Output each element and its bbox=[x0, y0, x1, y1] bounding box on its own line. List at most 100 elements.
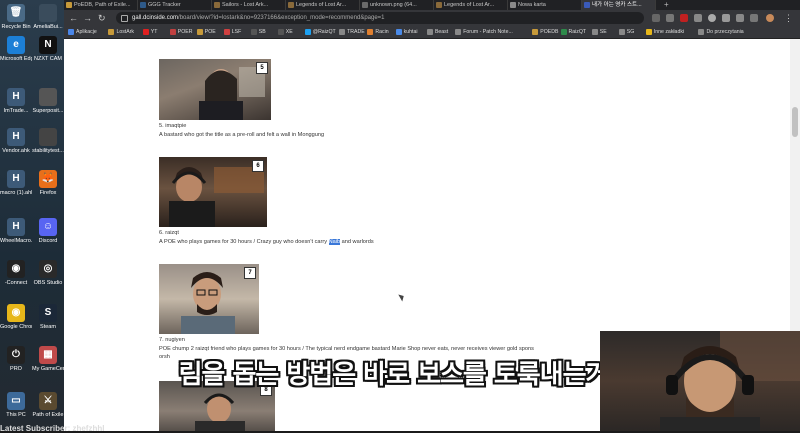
desktop-shortcut[interactable]: AmeliaBui... bbox=[32, 4, 64, 30]
browser-tab[interactable]: GGG Tracker bbox=[138, 0, 212, 10]
app-icon: 🦊 bbox=[39, 170, 57, 188]
favicon-icon bbox=[140, 2, 146, 8]
rank-badge: 5 bbox=[256, 62, 268, 74]
bookmark-icon bbox=[560, 29, 567, 35]
bookmark-label: Do przeczytania bbox=[706, 29, 744, 35]
app-icon: ▦ bbox=[39, 346, 57, 364]
desktop-shortcut[interactable]: N NZXT CAM bbox=[32, 36, 64, 62]
bookmark-item[interactable]: POEDB bbox=[532, 26, 558, 38]
bookmark-label: RaizQT bbox=[568, 29, 587, 35]
tab-label: Legends of Lost Ar... bbox=[296, 2, 347, 8]
bookmark-item[interactable]: Racin bbox=[367, 26, 389, 38]
bookmark-icon bbox=[196, 29, 203, 35]
reload-icon[interactable]: ↻ bbox=[98, 12, 106, 24]
desktop-shortcut[interactable]: H WheelMacro... bbox=[0, 218, 32, 244]
desktop-shortcut[interactable]: stabilitytest... bbox=[32, 128, 64, 154]
back-icon[interactable]: ← bbox=[69, 12, 78, 24]
shortcut-label: WheelMacro... bbox=[0, 238, 32, 244]
desktop-shortcut[interactable]: ▦ My GameCenter bbox=[32, 346, 64, 372]
app-icon: ⏻ bbox=[7, 346, 25, 364]
desktop-shortcut[interactable]: H Vendor.ahk bbox=[0, 128, 32, 154]
desktop-shortcut[interactable]: S Steam bbox=[32, 304, 64, 330]
menu-icon[interactable]: ⋮ bbox=[784, 12, 793, 24]
bookmark-label: POER bbox=[177, 29, 193, 35]
shortcut-label: Microsoft Edge bbox=[0, 56, 32, 62]
browser-tab[interactable]: Sailors - Lost Ark... bbox=[212, 0, 286, 10]
favicon-icon bbox=[584, 2, 590, 8]
shortcut-label: My GameCenter bbox=[32, 366, 64, 372]
streamer-name: 6. raizqt bbox=[159, 230, 179, 236]
bookmark-label: @RaizQT bbox=[312, 29, 336, 35]
address-toolbar: ← → ↻ gall.dcinside.com/board/view/?id=l… bbox=[64, 10, 800, 26]
shortcut-label: NZXT CAM bbox=[33, 56, 62, 62]
app-icon: ◉ bbox=[7, 260, 25, 278]
bookmark-icon bbox=[250, 29, 257, 35]
streamer-description: A POE who plays games for 30 hours / Cra… bbox=[159, 239, 374, 245]
extension-icon[interactable] bbox=[694, 14, 702, 22]
forward-icon[interactable]: → bbox=[83, 12, 92, 24]
desktop-shortcut[interactable]: ◉ Google Chrome bbox=[0, 304, 32, 330]
desktop-shortcut[interactable]: Superposit... bbox=[32, 88, 64, 114]
streamer-name: 5. imaqtpie bbox=[159, 123, 187, 129]
desktop-shortcut[interactable]: e Microsoft Edge bbox=[0, 36, 32, 62]
desktop-shortcut[interactable]: 🗑 Recycle Bin bbox=[0, 4, 32, 30]
bookmark-label: LostArk bbox=[116, 29, 135, 35]
bookmark-item[interactable]: POER bbox=[169, 26, 193, 38]
bookmark-item[interactable]: Do przeczytania bbox=[698, 26, 744, 38]
desktop-shortcut[interactable]: ⚔ Path of Exile bbox=[32, 392, 64, 418]
bookmark-label: XE bbox=[285, 29, 293, 35]
address-bar[interactable]: gall.dcinside.com/board/view/?id=lostark… bbox=[116, 12, 644, 24]
browser-tab[interactable]: PoEDB, Path of Exile... bbox=[64, 0, 138, 10]
bookmark-label: Inne zakładki bbox=[653, 29, 685, 35]
extension-icon[interactable] bbox=[722, 14, 730, 22]
bookmark-icon bbox=[395, 29, 402, 35]
desktop-shortcut[interactable]: ◎ OBS Studio bbox=[32, 260, 64, 286]
bookmark-item[interactable]: SB bbox=[250, 26, 266, 38]
new-tab-button[interactable]: + bbox=[664, 0, 669, 10]
extension-icon[interactable] bbox=[708, 14, 716, 22]
bookmark-item[interactable]: RaizQT bbox=[560, 26, 587, 38]
browser-tab[interactable]: Legends of Lost Ar... bbox=[434, 0, 508, 10]
bookmark-icon bbox=[339, 29, 346, 35]
bookmark-item[interactable]: SG bbox=[618, 26, 634, 38]
tab-strip: + PoEDB, Path of Exile... GGG Tracker Sail… bbox=[64, 0, 800, 10]
desktop-shortcut[interactable]: ◉ -Connect bbox=[0, 260, 32, 286]
browser-tab[interactable]: unknown.png (64... bbox=[360, 0, 434, 10]
bookmark-item[interactable]: SE bbox=[591, 26, 607, 38]
desktop-shortcut[interactable]: H ImTrade... bbox=[0, 88, 32, 114]
tab-label: Legends of Lost Ar... bbox=[444, 2, 495, 8]
extension-icon[interactable] bbox=[736, 14, 744, 22]
browser-tab[interactable]: Nowa karta bbox=[508, 0, 582, 10]
desktop-shortcut[interactable]: ⏻ PRO bbox=[0, 346, 32, 372]
browser-tab[interactable]: 내가 아는 영카 스트... bbox=[582, 0, 656, 10]
scrollbar-thumb[interactable] bbox=[792, 107, 798, 137]
bookmark-item[interactable]: Aplikacje bbox=[68, 26, 97, 38]
url-path: /board/view/?id=lostark&no=9237166&excep… bbox=[178, 15, 385, 21]
desktop-shortcut[interactable]: 🦊 Firefox bbox=[32, 170, 64, 196]
share-icon[interactable] bbox=[652, 14, 660, 22]
desktop-shortcut[interactable]: Hmacro (1).ahk bbox=[0, 170, 32, 196]
app-icon: H bbox=[7, 128, 25, 146]
desktop-shortcut[interactable]: ▭ This PC bbox=[0, 392, 32, 418]
bookmark-item[interactable]: Forum - Patch Note... bbox=[455, 26, 513, 38]
bookmark-item[interactable]: @RaizQT bbox=[304, 26, 336, 38]
bookmark-item[interactable]: LostArk bbox=[108, 26, 134, 38]
bookmark-item[interactable]: Inne zakładki bbox=[645, 26, 685, 38]
bookmark-item[interactable]: POE bbox=[196, 26, 216, 38]
lock-icon bbox=[121, 15, 128, 22]
bookmark-item[interactable]: kuhtai bbox=[395, 26, 417, 38]
bookmark-item[interactable]: LSF bbox=[223, 26, 241, 38]
bookmark-item[interactable]: YT bbox=[142, 26, 157, 38]
app-icon bbox=[39, 88, 57, 106]
bookmark-icon bbox=[223, 29, 230, 35]
star-icon[interactable] bbox=[666, 14, 674, 22]
extension-icon[interactable] bbox=[750, 14, 758, 22]
desktop-shortcut[interactable]: ☺ Discord bbox=[32, 218, 64, 244]
bookmark-item[interactable]: XE bbox=[277, 26, 293, 38]
extension-icon[interactable] bbox=[680, 14, 688, 22]
app-icon bbox=[39, 128, 57, 146]
bookmark-item[interactable]: TRADE bbox=[339, 26, 365, 38]
avatar[interactable] bbox=[766, 14, 774, 22]
browser-tab[interactable]: Legends of Lost Ar... bbox=[286, 0, 360, 10]
bookmark-item[interactable]: Beast bbox=[426, 26, 448, 38]
